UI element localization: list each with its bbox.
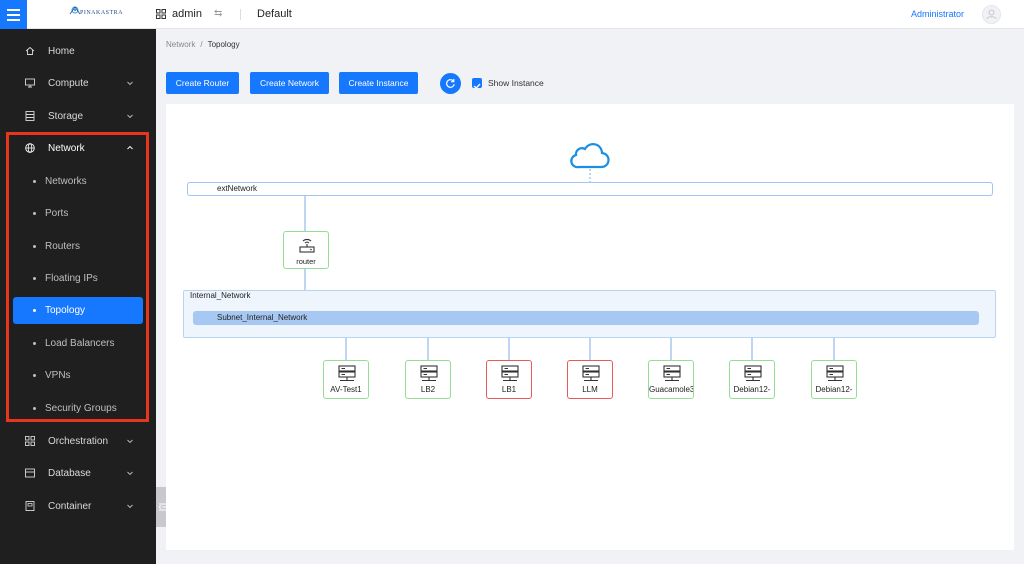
router-node[interactable]: router <box>283 231 329 269</box>
instance-label: LB1 <box>501 385 517 394</box>
server-icon <box>663 365 681 382</box>
instance-node[interactable]: LB2 <box>405 360 451 399</box>
server-icon <box>582 365 600 382</box>
internal-network-label: Internal_Network <box>190 291 251 300</box>
instance-node[interactable]: Guacamole3 <box>648 360 694 399</box>
instance-node[interactable]: Debian12- <box>729 360 775 399</box>
subnet-label: Subnet_Internal_Network <box>217 313 308 322</box>
subnet-bar[interactable] <box>193 311 979 325</box>
router-icon <box>299 238 315 253</box>
instance-node[interactable]: Debian12- <box>811 360 857 399</box>
server-icon <box>826 365 844 382</box>
instance-label: LLM <box>582 385 598 394</box>
instance-label: Debian12- <box>815 385 853 394</box>
router-label: router <box>296 257 316 266</box>
external-network-bar[interactable] <box>187 182 993 196</box>
external-network-label: extNetwork <box>217 184 258 193</box>
instance-label: Debian12- <box>733 385 771 394</box>
internet-cloud-icon <box>570 143 610 169</box>
instance-node[interactable]: AV-Test1 <box>323 360 369 399</box>
instance-label: AV-Test1 <box>330 385 362 394</box>
instance-node[interactable]: LLM <box>567 360 613 399</box>
instance-label: Guacamole3 <box>649 385 693 394</box>
instance-label: LB2 <box>420 385 436 394</box>
server-icon <box>420 365 438 382</box>
instance-node[interactable]: LB1 <box>486 360 532 399</box>
server-icon <box>338 365 356 382</box>
server-icon <box>501 365 519 382</box>
server-icon <box>744 365 762 382</box>
topology-links <box>304 143 835 360</box>
